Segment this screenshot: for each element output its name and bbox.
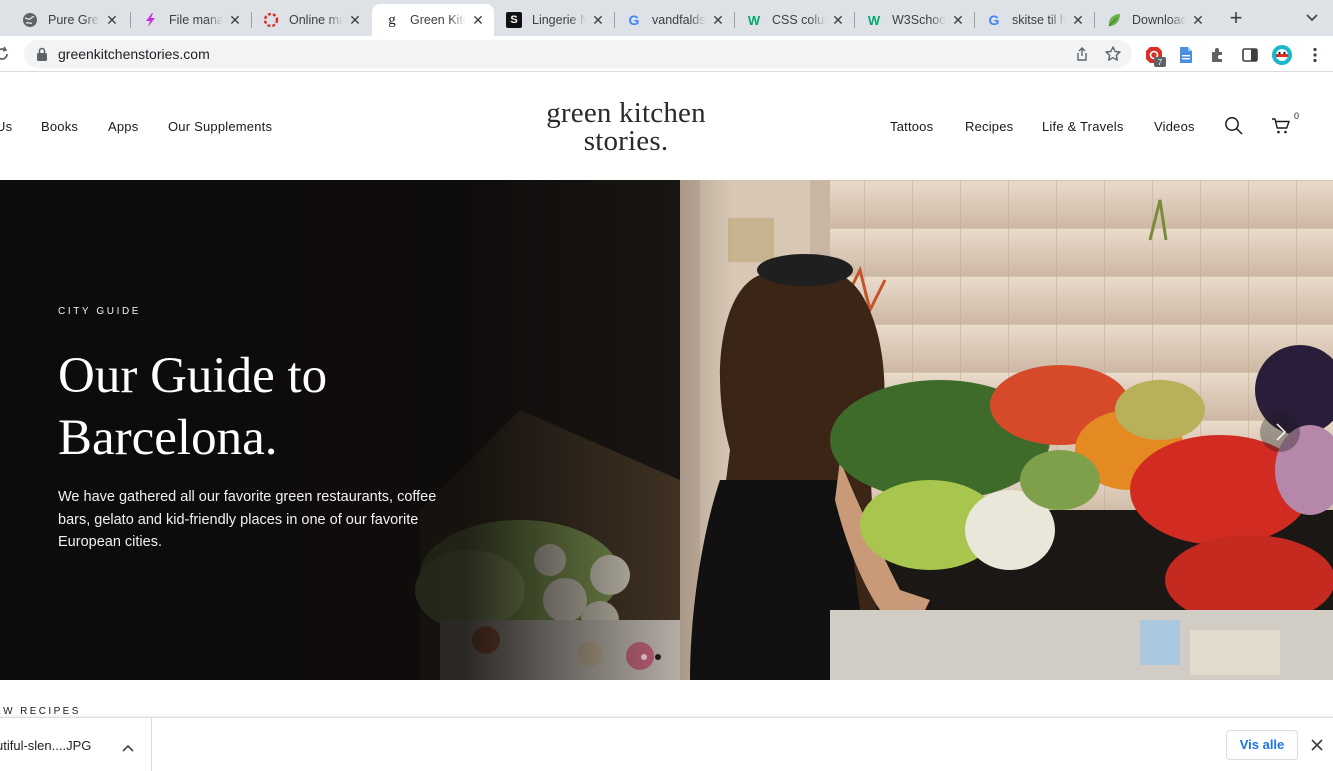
tab-title: File manager	[169, 13, 223, 27]
slider-dot-active[interactable]	[655, 654, 661, 660]
google-icon: G	[988, 12, 1000, 28]
tab-title: Pure Green	[48, 13, 100, 27]
tab-title: vandfalds	[652, 13, 706, 27]
browser-menu-icon[interactable]	[1306, 46, 1324, 64]
chevron-right-icon	[1276, 423, 1287, 441]
side-panel-icon[interactable]	[1241, 46, 1259, 64]
tab-close-icon[interactable]: ✕	[347, 12, 363, 28]
hero-slider: CITY GUIDE Our Guide to Barcelona. We ha…	[0, 180, 1333, 680]
letter-g-icon: g	[388, 11, 396, 28]
browser-tab-file-manager[interactable]: File manager ✕	[131, 4, 251, 36]
browser-tab-online-ma[interactable]: Online ma ✕	[251, 4, 371, 36]
profile-avatar-icon[interactable]	[1271, 44, 1293, 66]
document-extension-icon[interactable]	[1177, 46, 1195, 64]
extensions-puzzle-icon[interactable]	[1209, 46, 1227, 64]
cart-icon[interactable]	[1271, 117, 1291, 135]
nav-link-recipes[interactable]: Recipes	[965, 119, 1013, 134]
tab-close-icon[interactable]: ✕	[1190, 12, 1206, 28]
browser-tab-lingerie[interactable]: S Lingerie N ✕	[494, 4, 614, 36]
tab-close-icon[interactable]: ✕	[950, 12, 966, 28]
section-heading-new-recipes: EW RECIPES	[0, 706, 81, 717]
extension-badge: 7	[1158, 58, 1163, 67]
slider-next-button[interactable]	[1260, 412, 1300, 452]
browser-tab-pure-green[interactable]: Pure Green ✕	[10, 4, 128, 36]
site-header: Us Books Apps Our Supplements green kitc…	[0, 73, 1333, 180]
tab-title: Green Kitchen	[410, 13, 466, 27]
logo-line-2: stories.	[583, 125, 669, 157]
lock-icon[interactable]	[36, 47, 48, 61]
address-bar[interactable]: greenkitchenstories.com	[24, 40, 1132, 68]
reload-icon[interactable]	[0, 45, 10, 63]
browser-tab-css-columns[interactable]: W CSS colum ✕	[734, 4, 854, 36]
nav-link-books[interactable]: Books	[41, 119, 78, 134]
hero-title[interactable]: Our Guide to Barcelona.	[58, 345, 478, 469]
tab-close-icon[interactable]: ✕	[104, 12, 120, 28]
url-text[interactable]: greenkitchenstories.com	[58, 46, 210, 62]
tab-title: CSS colum	[772, 13, 826, 27]
nav-link-apps[interactable]: Apps	[108, 119, 138, 134]
nav-link-about-us[interactable]: Us	[0, 119, 12, 134]
download-bar: utiful-slen....JPG Vis alle	[0, 717, 1333, 771]
leaf-icon	[1106, 12, 1122, 28]
tab-close-icon[interactable]: ✕	[710, 12, 726, 28]
show-all-downloads-button[interactable]: Vis alle	[1226, 730, 1298, 760]
ring-icon	[263, 12, 279, 28]
cart-count: 0	[1294, 111, 1300, 121]
slider-dots	[641, 654, 661, 660]
tab-title: W3Schoo	[892, 13, 946, 27]
google-icon: G	[628, 12, 640, 28]
tab-close-icon[interactable]: ✕	[227, 12, 243, 28]
new-tab-button[interactable]: +	[1224, 7, 1248, 31]
tab-close-icon[interactable]: ✕	[470, 12, 486, 28]
nav-link-life-travels[interactable]: Life & Travels	[1042, 119, 1124, 134]
browser-tab-vandfalds[interactable]: G vandfalds ✕	[614, 4, 734, 36]
w3schools-icon: W	[867, 12, 881, 28]
tab-title: Lingerie N	[532, 13, 586, 27]
site-logo[interactable]: green kitchen stories.	[530, 97, 722, 157]
browser-tab-w3schools[interactable]: W W3Schoo ✕	[854, 4, 974, 36]
tab-close-icon[interactable]: ✕	[590, 12, 606, 28]
search-icon[interactable]	[1224, 116, 1244, 136]
download-filename[interactable]: utiful-slen....JPG	[0, 738, 91, 753]
bolt-icon	[143, 12, 159, 28]
tab-title: Download	[1132, 13, 1186, 27]
chevron-up-icon[interactable]	[122, 740, 134, 752]
tab-close-icon[interactable]: ✕	[1070, 12, 1086, 28]
logo-line-1: green kitchen	[546, 97, 706, 129]
bookmark-star-icon[interactable]	[1104, 45, 1122, 63]
tab-title: Online ma	[289, 13, 343, 27]
w3schools-icon: W	[747, 12, 761, 28]
download-item[interactable]: utiful-slen....JPG	[0, 718, 152, 771]
browser-tab-download[interactable]: Download ✕	[1094, 4, 1214, 36]
nav-link-our-supplements[interactable]: Our Supplements	[168, 119, 272, 134]
share-icon[interactable]	[1074, 46, 1090, 62]
hero-title-line-2[interactable]: Barcelona.	[58, 410, 277, 466]
adblock-extension-icon[interactable]: 7	[1145, 46, 1166, 67]
browser-tab-strip: Pure Green ✕ File manager ✕ Online ma ✕ …	[0, 0, 1333, 36]
globe-icon	[22, 12, 38, 28]
tab-title: skitse til h	[1012, 13, 1066, 27]
hero-description: We have gathered all our favorite green …	[58, 489, 437, 550]
hero-eyebrow: CITY GUIDE	[58, 306, 142, 317]
nav-link-videos[interactable]: Videos	[1154, 119, 1195, 134]
slider-dot[interactable]	[641, 654, 647, 660]
close-icon[interactable]	[1310, 738, 1324, 752]
tab-search-chevron-icon[interactable]	[1302, 10, 1322, 26]
browser-toolbar: greenkitchenstories.com	[0, 36, 1333, 72]
hero-title-line-1[interactable]: Our Guide to	[58, 348, 327, 404]
nav-link-tattoos[interactable]: Tattoos	[890, 119, 933, 134]
letter-s-icon: S	[506, 12, 522, 28]
browser-tab-skitse[interactable]: G skitse til h ✕	[974, 4, 1094, 36]
tab-close-icon[interactable]: ✕	[830, 12, 846, 28]
browser-tab-green-kitchen[interactable]: g Green Kitchen ✕	[372, 4, 494, 36]
